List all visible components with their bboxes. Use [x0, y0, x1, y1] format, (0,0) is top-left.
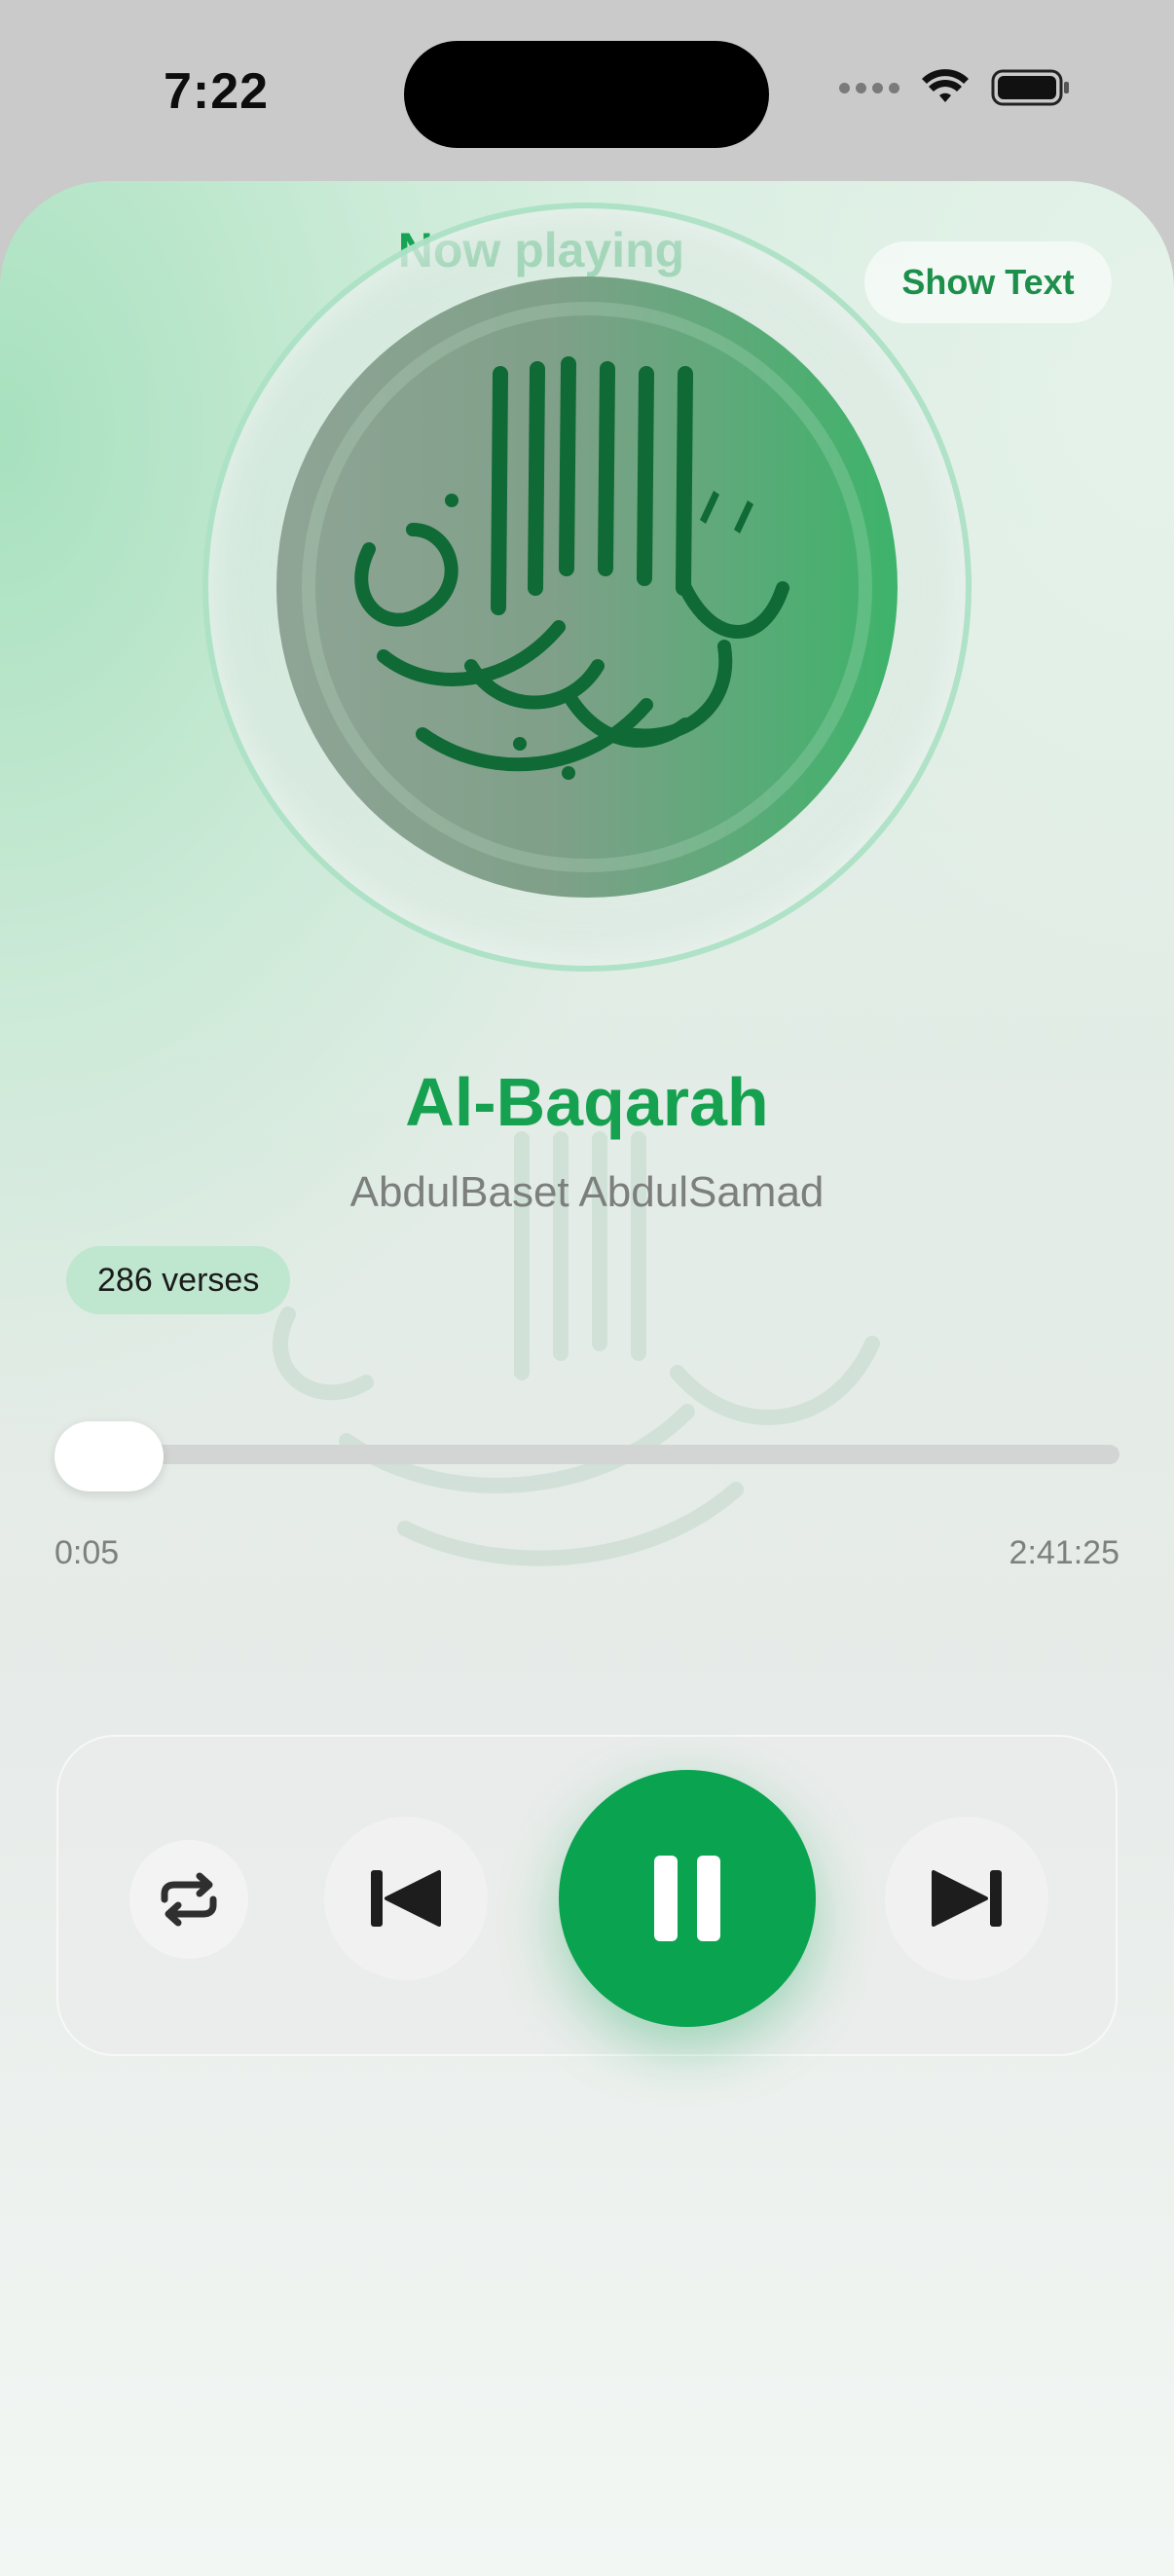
current-time: 0:05 — [55, 1534, 120, 1571]
calligraphy-art-icon — [354, 356, 789, 780]
duration-time: 2:41:25 — [1009, 1534, 1119, 1571]
repeat-button[interactable] — [129, 1840, 248, 1959]
reciter-name: AbdulBaset AbdulSamad — [349, 1168, 825, 1216]
progress-thumb[interactable] — [55, 1421, 164, 1491]
wifi-icon — [922, 69, 969, 102]
next-button[interactable] — [885, 1817, 1048, 1980]
skip-forward-icon — [932, 1870, 1002, 1927]
pause-button[interactable] — [559, 1770, 816, 2027]
dynamic-island — [404, 41, 769, 148]
skip-back-icon — [371, 1870, 441, 1927]
track-title: Al-Baqarah — [405, 1064, 769, 1140]
status-icons — [839, 68, 1071, 107]
verses-badge: 286 verses — [66, 1246, 291, 1314]
status-bar: 7:22 — [0, 0, 1174, 175]
battery-icon — [991, 69, 1069, 106]
signal-dots-icon — [839, 82, 899, 93]
show-text-button[interactable]: Show Text — [864, 241, 1112, 323]
album-art — [276, 276, 898, 898]
repeat-icon — [161, 1872, 217, 1927]
progress-track[interactable] — [55, 1445, 1119, 1464]
pause-icon — [654, 1856, 720, 1941]
status-time: 7:22 — [164, 63, 270, 120]
previous-button[interactable] — [324, 1817, 488, 1980]
